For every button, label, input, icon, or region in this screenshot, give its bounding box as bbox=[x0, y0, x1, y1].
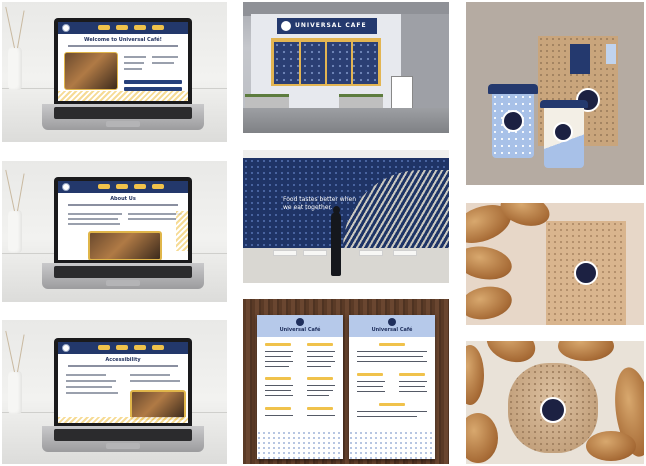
page-heading: Accessibility bbox=[105, 357, 141, 363]
site-navbar bbox=[58, 22, 188, 34]
hero-photo bbox=[64, 52, 118, 90]
accessibility-photo bbox=[130, 390, 186, 420]
cafe-logo-icon bbox=[62, 24, 70, 32]
page-heading: Welcome to Universal Café! bbox=[84, 37, 162, 43]
laptop-accessibility-mockup: Accessibility bbox=[2, 320, 227, 464]
pastry-sleeve-mockup bbox=[466, 203, 644, 325]
menus-mockup: Universal Café Universal Café bbox=[243, 299, 449, 464]
cafe-badge-icon bbox=[502, 110, 524, 132]
cafe-badge-icon bbox=[553, 122, 573, 142]
vase bbox=[8, 46, 22, 90]
menu-card-right: Universal Café bbox=[349, 315, 435, 459]
menu-board-stand bbox=[391, 76, 413, 110]
laptop-home-mockup: Welcome to Universal Café! bbox=[2, 2, 227, 142]
menu-card-left: Universal Café bbox=[257, 315, 343, 459]
mural-slogan: Food tastes better when we eat together. bbox=[283, 196, 357, 211]
cups-and-bag-mockup bbox=[466, 2, 644, 185]
team-photo bbox=[88, 231, 162, 260]
cafe-logo-icon bbox=[62, 183, 70, 191]
cafe-logo-icon bbox=[388, 318, 396, 326]
cafe-badge-icon bbox=[540, 397, 566, 423]
cafe-badge-icon bbox=[574, 261, 598, 285]
laptop-screen: Welcome to Universal Café! bbox=[54, 18, 192, 104]
bag-label bbox=[570, 44, 590, 74]
bread-bag-mockup bbox=[466, 341, 644, 464]
cafe-logo-icon bbox=[296, 318, 304, 326]
page-heading: About Us bbox=[110, 196, 136, 202]
cta-button bbox=[124, 80, 182, 84]
person-silhouette bbox=[331, 212, 341, 276]
wall-mural-mockup: Food tastes better when we eat together. bbox=[243, 150, 449, 283]
cafe-logo-icon bbox=[62, 344, 70, 352]
storefront-mockup: UNIVERSAL CAFE bbox=[243, 2, 449, 133]
store-sign: UNIVERSAL CAFE bbox=[277, 18, 377, 34]
laptop-about-mockup: About Us bbox=[2, 161, 227, 302]
